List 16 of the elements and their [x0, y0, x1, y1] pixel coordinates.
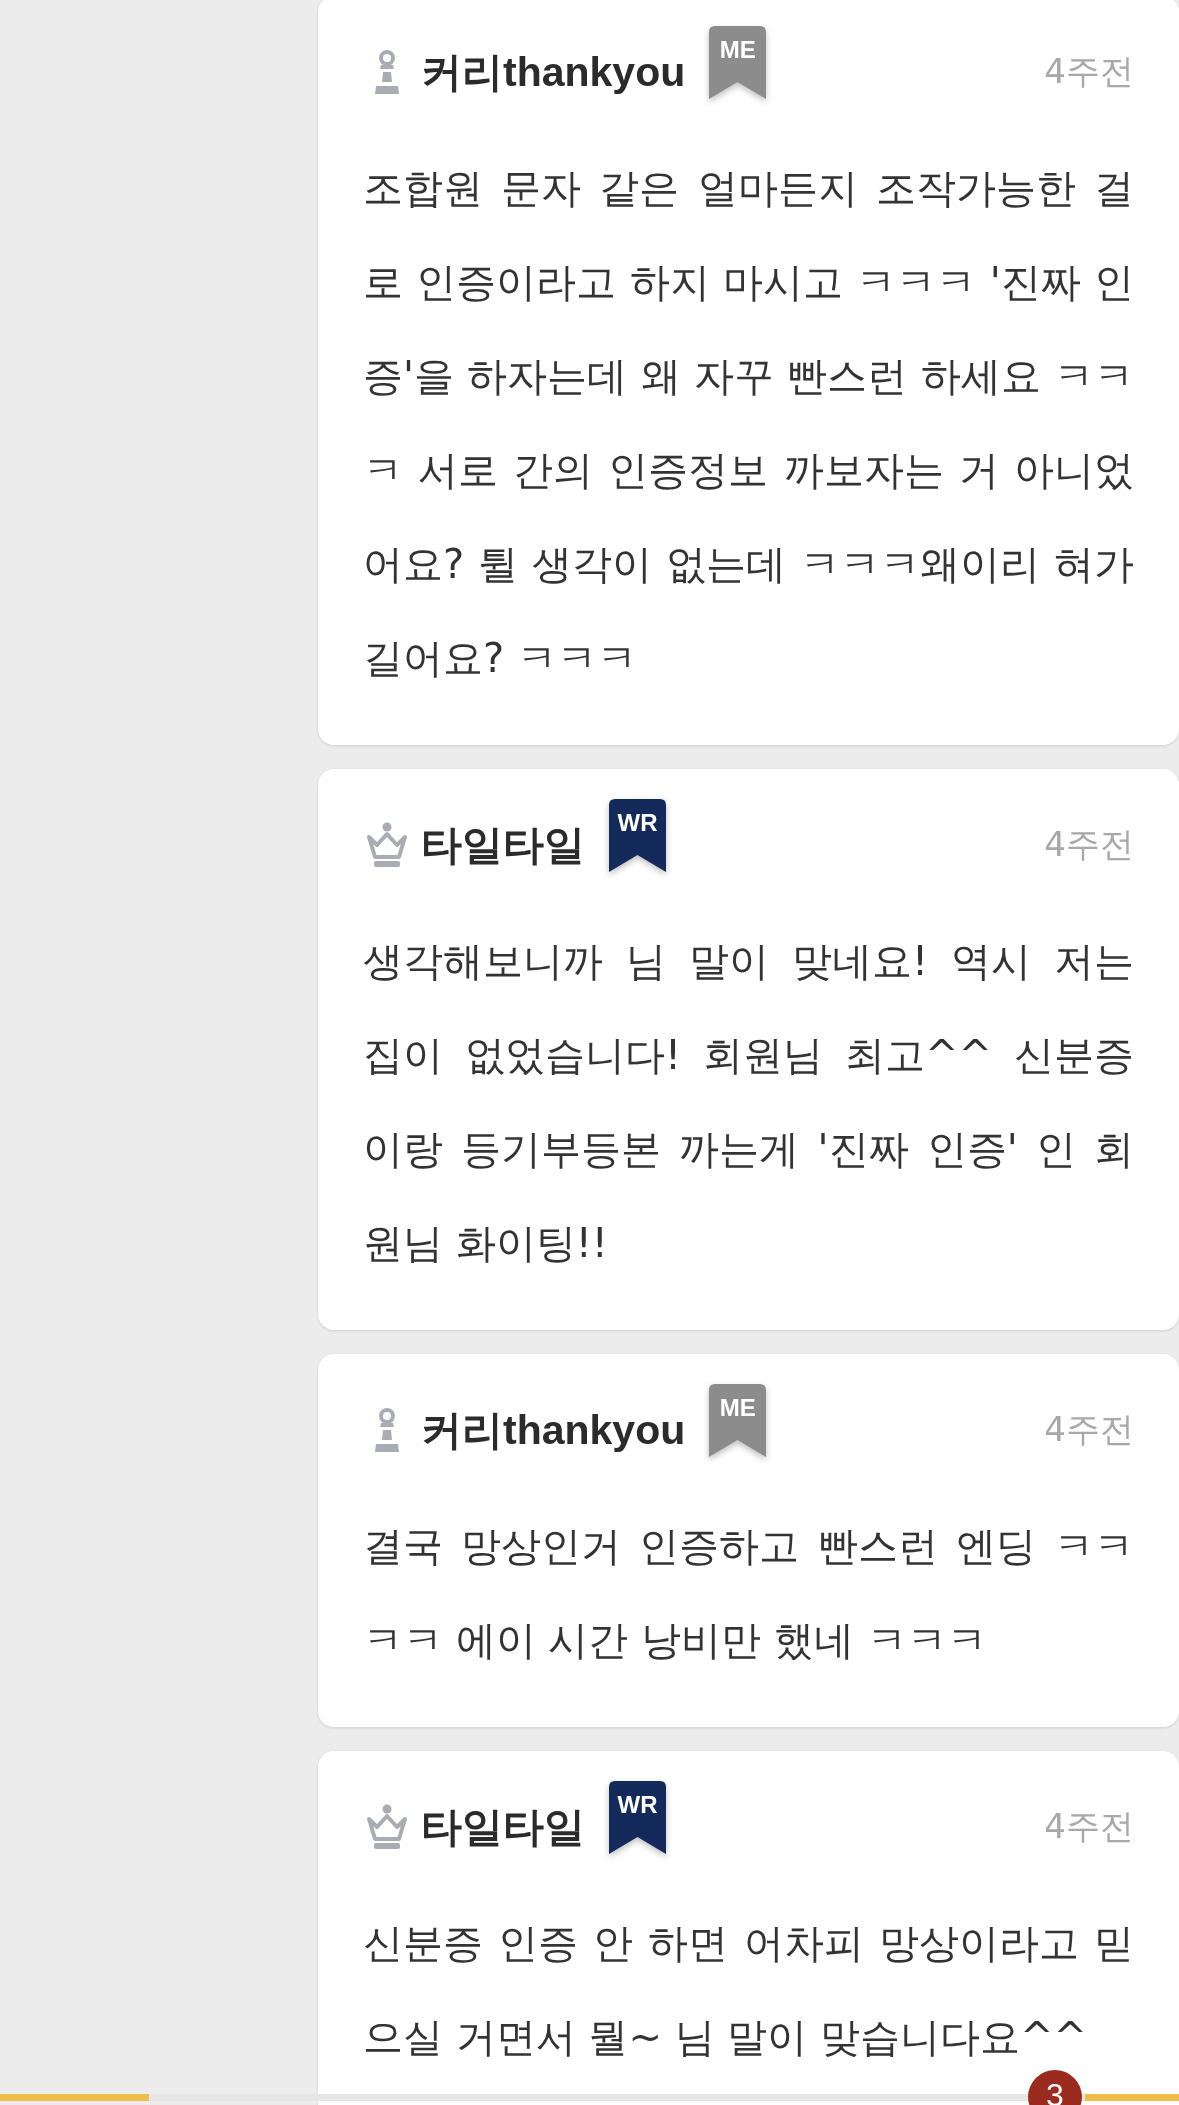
- user-tag: WR: [609, 799, 666, 875]
- user-tag: WR: [609, 1781, 666, 1857]
- comment-text: 결국 망상인거 인증하고 빤스런 엔딩 ㅋㅋㅋㅋ 에이 시간 낭비만 했네 ㅋㅋㅋ: [363, 1522, 1134, 1665]
- timestamp: 4주전: [1044, 1408, 1134, 1451]
- timestamp: 4주전: [1044, 823, 1134, 866]
- comment-text: 신분증 인증 안 하면 어차피 망상이라고 믿으실 거면서 뭘~ 님 말이 맞습니다요^^: [363, 1919, 1134, 2062]
- author-name[interactable]: 타일타일: [421, 817, 585, 873]
- comment-text: 생각해보니까 님 말이 맞네요! 역시 저는 집이 없었습니다! 회원님 최고^^ 신분증이랑 등기부등본 까는게 '진짜 인증' 인 회원님 화이팅!!: [363, 937, 1134, 1268]
- timestamp: 4주전: [1044, 1805, 1134, 1848]
- timestamp: 4주전: [1044, 50, 1134, 93]
- user-tag: ME: [709, 1384, 767, 1460]
- comment-text: 조합원 문자 같은 얼마든지 조작가능한 걸로 인증이라고 하지 마시고 ㅋㅋㅋ '진짜 인증'을 하자는데 왜 자꾸 빤스런 하세요 ㅋㅋㅋ 서로 간의 인증정보 까보자는 거 아니었어요? 튈 생각이 없는데 ㅋㅋㅋ왜이리 혀가 길어요? ㅋㅋㅋ: [363, 164, 1134, 683]
- author-name[interactable]: 타일타일: [421, 1799, 585, 1855]
- author-name[interactable]: 커리thankyou: [421, 44, 686, 100]
- author-name[interactable]: 커리thankyou: [421, 1402, 686, 1458]
- user-tag: ME: [709, 26, 767, 102]
